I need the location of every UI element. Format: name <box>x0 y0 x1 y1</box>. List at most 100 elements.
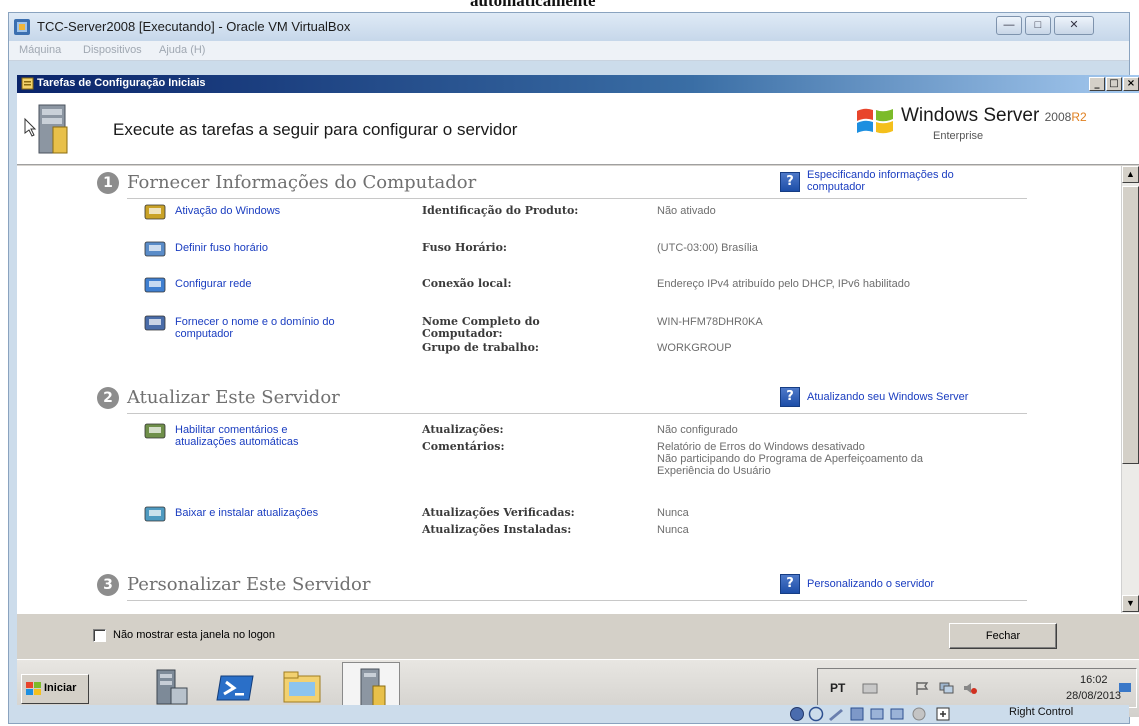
property-value: Não configurado <box>657 424 738 436</box>
users-icon[interactable] <box>141 418 171 444</box>
edition-label: Enterprise <box>933 130 984 142</box>
host-key-label: Right Control <box>1009 706 1074 718</box>
property-value-line: Nunca <box>657 524 689 536</box>
task-link-line: computador <box>175 328 234 340</box>
property-label-line: Conexão local: <box>422 277 512 290</box>
section-number-badge: 2 <box>97 387 119 409</box>
dialog-title-bar[interactable]: Tarefas de Configuração Iniciais _ □ × <box>17 75 1139 93</box>
section-number-badge: 1 <box>97 172 119 194</box>
task-link-line: Fornecer o nome e o domínio do <box>175 316 335 328</box>
section-number-badge: 3 <box>97 574 119 596</box>
virtualbox-icon <box>14 19 30 35</box>
dialog-title: Tarefas de Configuração Iniciais <box>37 77 206 89</box>
property-label: Nome Completo do Computador: <box>422 316 540 340</box>
start-label: Iniciar <box>44 682 77 694</box>
property-label: Comentários: <box>422 441 505 453</box>
initial-config-tasks-icon <box>360 668 386 708</box>
computer-icon[interactable] <box>141 310 171 336</box>
section-atualizar-servidor: 2 Atualizar Este Servidor? Atualizando seu… <box>17 166 1121 613</box>
windows-server-logo: Windows Server 2008R2 Enterprise <box>855 101 1115 157</box>
property-value-line: Não ativado <box>657 205 716 217</box>
help-link[interactable]: Atualizando seu Windows Server <box>807 391 968 403</box>
show-desktop-icon[interactable] <box>1118 682 1132 694</box>
help-link-line: Personalizando o servidor <box>807 578 935 590</box>
language-indicator[interactable]: PT <box>830 681 845 695</box>
maximize-button[interactable]: □ <box>1025 16 1051 35</box>
dialog-minimize-button[interactable]: _ <box>1089 77 1105 91</box>
section-divider <box>127 198 1027 199</box>
vm-status-icons[interactable] <box>789 706 1004 722</box>
property-value: WORKGROUP <box>657 342 732 354</box>
header-instruction: Execute as tarefas a seguir para configu… <box>113 120 518 139</box>
clock-icon[interactable] <box>141 236 171 262</box>
help-link-line: Atualizando seu Windows Server <box>807 391 969 403</box>
section-divider <box>127 600 1027 601</box>
property-value-line: WORKGROUP <box>657 342 732 354</box>
property-value: Endereço IPv4 atribuído pelo DHCP, IPv6 … <box>657 278 910 290</box>
dialog-footer: Não mostrar esta janela no logon Fechar <box>17 613 1139 659</box>
menu-ajuda[interactable]: Ajuda (H) <box>159 44 205 56</box>
windows-flag-icon <box>857 108 893 134</box>
start-button[interactable]: Iniciar <box>21 674 89 704</box>
menu-dispositivos[interactable]: Dispositivos <box>83 44 142 56</box>
help-icon[interactable]: ? <box>780 172 800 192</box>
property-value-line: Não configurado <box>657 424 738 436</box>
scrollbar-thumb[interactable] <box>1122 186 1139 464</box>
server-tasks-icon <box>24 104 68 154</box>
powershell-icon[interactable] <box>213 666 259 710</box>
clock-time[interactable]: 16:02 <box>1080 674 1108 686</box>
task-link[interactable]: Configurar rede <box>175 278 251 290</box>
property-label-line: Atualizações Instaladas: <box>422 523 572 536</box>
dialog-maximize-button[interactable]: □ <box>1106 77 1122 91</box>
help-link[interactable]: Especificando informações do computador <box>807 169 954 193</box>
property-label: Identificação do Produto: <box>422 205 578 217</box>
explorer-icon[interactable] <box>279 666 325 710</box>
property-value-line: WIN-HFM78DHR0KA <box>657 316 763 328</box>
property-value: Relatório de Erros do Windows desativado… <box>657 441 923 477</box>
volume-icon[interactable] <box>962 680 978 696</box>
section-title: Fornecer Informações do Computador <box>127 172 477 193</box>
section-title: Atualizar Este Servidor <box>127 387 340 408</box>
network-icon[interactable] <box>141 272 171 298</box>
windows-flag-icon <box>26 682 41 695</box>
property-label-line: Atualizações Verificadas: <box>422 506 575 519</box>
minimize-button[interactable]: — <box>996 16 1022 35</box>
property-value-line: Endereço IPv4 atribuído pelo DHCP, IPv6 … <box>657 278 910 290</box>
close-window-button[interactable]: ✕ <box>1054 16 1094 35</box>
task-link-line: Configurar rede <box>175 278 252 290</box>
dialog-close-button[interactable]: × <box>1123 77 1139 91</box>
section-divider <box>127 413 1027 414</box>
tasks-icon <box>21 77 34 90</box>
property-value: Não ativado <box>657 205 716 217</box>
help-icon[interactable]: ? <box>780 387 800 407</box>
scroll-up-button[interactable]: ▲ <box>1122 166 1139 183</box>
task-link[interactable]: Fornecer o nome e o domínio do computador <box>175 316 335 340</box>
flag-icon[interactable] <box>914 680 930 696</box>
help-icon[interactable]: ? <box>780 574 800 594</box>
server-manager-icon[interactable] <box>147 666 193 710</box>
scroll-down-button[interactable]: ▼ <box>1122 595 1139 612</box>
network-tray-icon[interactable] <box>938 680 954 696</box>
task-link-line: Definir fuso horário <box>175 242 268 254</box>
task-link[interactable]: Habilitar comentários e atualizações auto… <box>175 424 299 448</box>
vertical-scrollbar[interactable]: ▲ ▼ <box>1121 166 1139 613</box>
task-link[interactable]: Definir fuso horário <box>175 242 268 254</box>
property-value-line: Nunca <box>657 507 689 519</box>
property-label: Atualizações Verificadas: <box>422 507 575 519</box>
update-icon[interactable] <box>141 501 171 527</box>
fechar-button[interactable]: Fechar <box>949 623 1057 649</box>
no-show-at-logon-checkbox[interactable] <box>93 629 106 642</box>
property-value: Nunca <box>657 524 689 536</box>
help-link[interactable]: Personalizando o servidor <box>807 578 934 590</box>
keyboard-icon[interactable] <box>862 681 878 695</box>
host-title-bar[interactable]: TCC-Server2008 [Executando] - Oracle VM … <box>9 13 1129 41</box>
clock-date[interactable]: 28/08/2013 <box>1066 690 1121 702</box>
menu-maquina[interactable]: Máquina <box>19 44 61 56</box>
no-show-at-logon-label[interactable]: Não mostrar esta janela no logon <box>113 629 275 641</box>
property-value-line: (UTC-03:00) Brasília <box>657 242 758 254</box>
task-link[interactable]: Baixar e instalar atualizações <box>175 507 318 519</box>
key-icon[interactable] <box>141 199 171 225</box>
task-link-line: Habilitar comentários e <box>175 424 288 436</box>
task-link[interactable]: Ativação do Windows <box>175 205 280 217</box>
property-label: Atualizações Instaladas: <box>422 524 571 536</box>
